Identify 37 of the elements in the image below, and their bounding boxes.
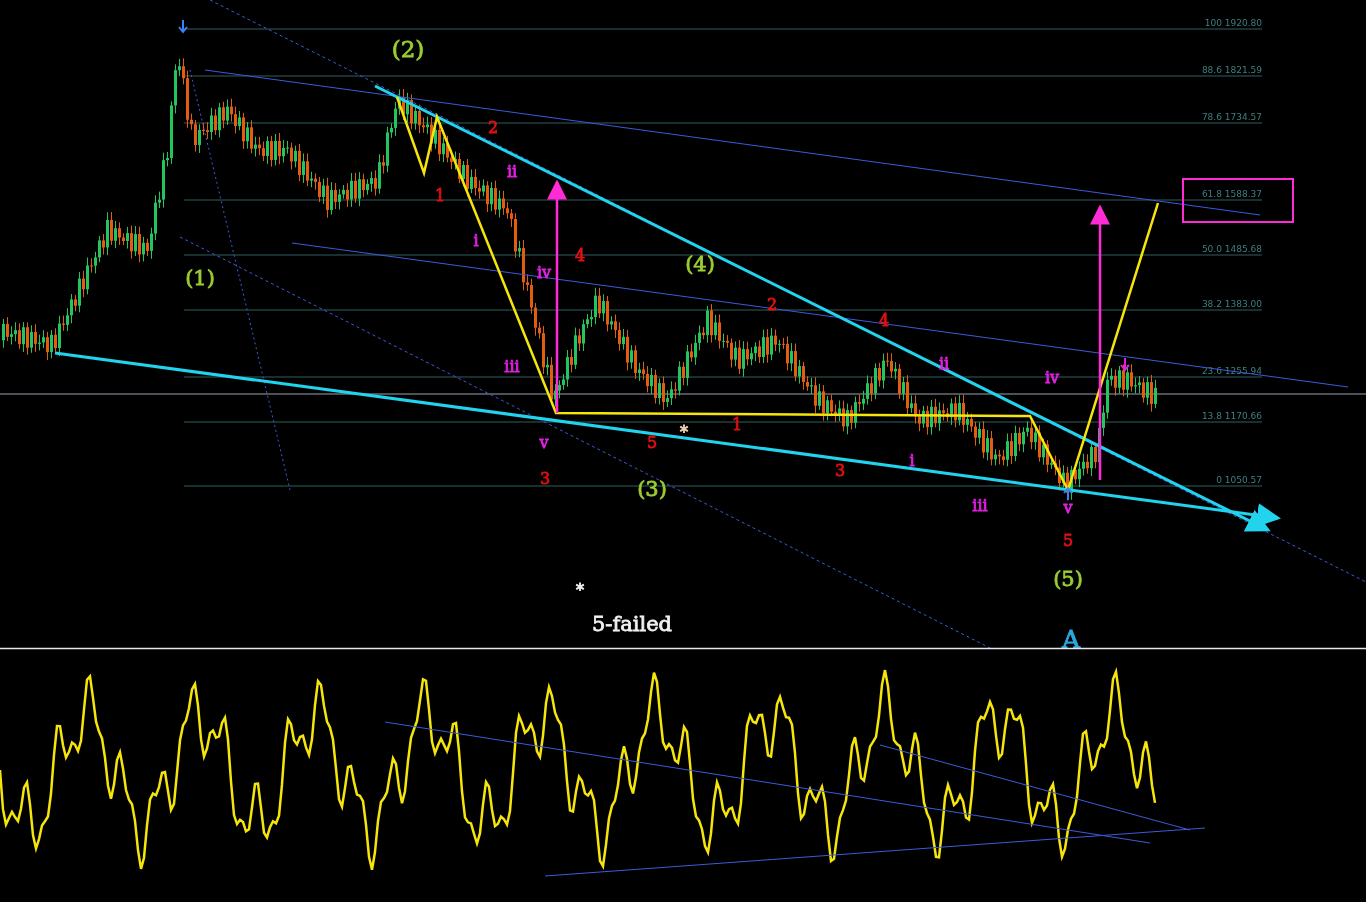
- wave-label: 4: [574, 246, 586, 265]
- fib-level-label: 38.2 1383.00: [1201, 299, 1262, 309]
- wave-label: (2): [391, 36, 425, 62]
- wave-label: 5: [1062, 531, 1074, 550]
- wave-label: 5-failed: [591, 612, 673, 636]
- wave-label: v: [1063, 498, 1073, 517]
- wave-label: v: [539, 433, 549, 452]
- down-arrow-icon: [178, 19, 188, 34]
- wave-label: (3): [637, 477, 667, 501]
- wave-label: 2: [487, 118, 499, 137]
- wave-label: iii: [972, 496, 988, 515]
- fib-level-label: 100 1920.80: [1204, 18, 1262, 28]
- wave-label: iv: [1044, 368, 1060, 387]
- fib-level-label: 13.8 1170.66: [1201, 411, 1262, 421]
- wave-label: i: [909, 451, 915, 470]
- wave-label: (1): [185, 266, 215, 290]
- wave-label: 3: [834, 461, 846, 480]
- up-arrow-icon: [1063, 486, 1073, 501]
- wave-label: *: [680, 423, 688, 442]
- wave-label: 5: [646, 433, 658, 452]
- wave-label: A: [1061, 625, 1081, 654]
- wave-label: iv: [536, 263, 552, 282]
- wave-label: i: [473, 231, 479, 250]
- fib-level-label: 78.6 1734.57: [1201, 112, 1262, 122]
- wave-label: (5): [1053, 567, 1083, 591]
- fib-level-label: 50.0 1485.68: [1201, 244, 1262, 254]
- fib-level-label: 61.8 1588.37: [1201, 189, 1262, 199]
- wave-label: ii: [506, 162, 518, 181]
- wave-label: 3: [539, 469, 551, 488]
- wave-label: 1: [731, 415, 743, 434]
- wave-label: iii: [504, 357, 520, 376]
- fib-level-label: 0 1050.57: [1216, 475, 1262, 485]
- down-arrow-icon: [1120, 357, 1130, 372]
- wave-label: 1: [434, 186, 446, 205]
- fib-level-label: 88.6 1821.59: [1201, 65, 1262, 75]
- wave-label: *: [576, 581, 584, 600]
- wave-label: (4): [685, 252, 715, 276]
